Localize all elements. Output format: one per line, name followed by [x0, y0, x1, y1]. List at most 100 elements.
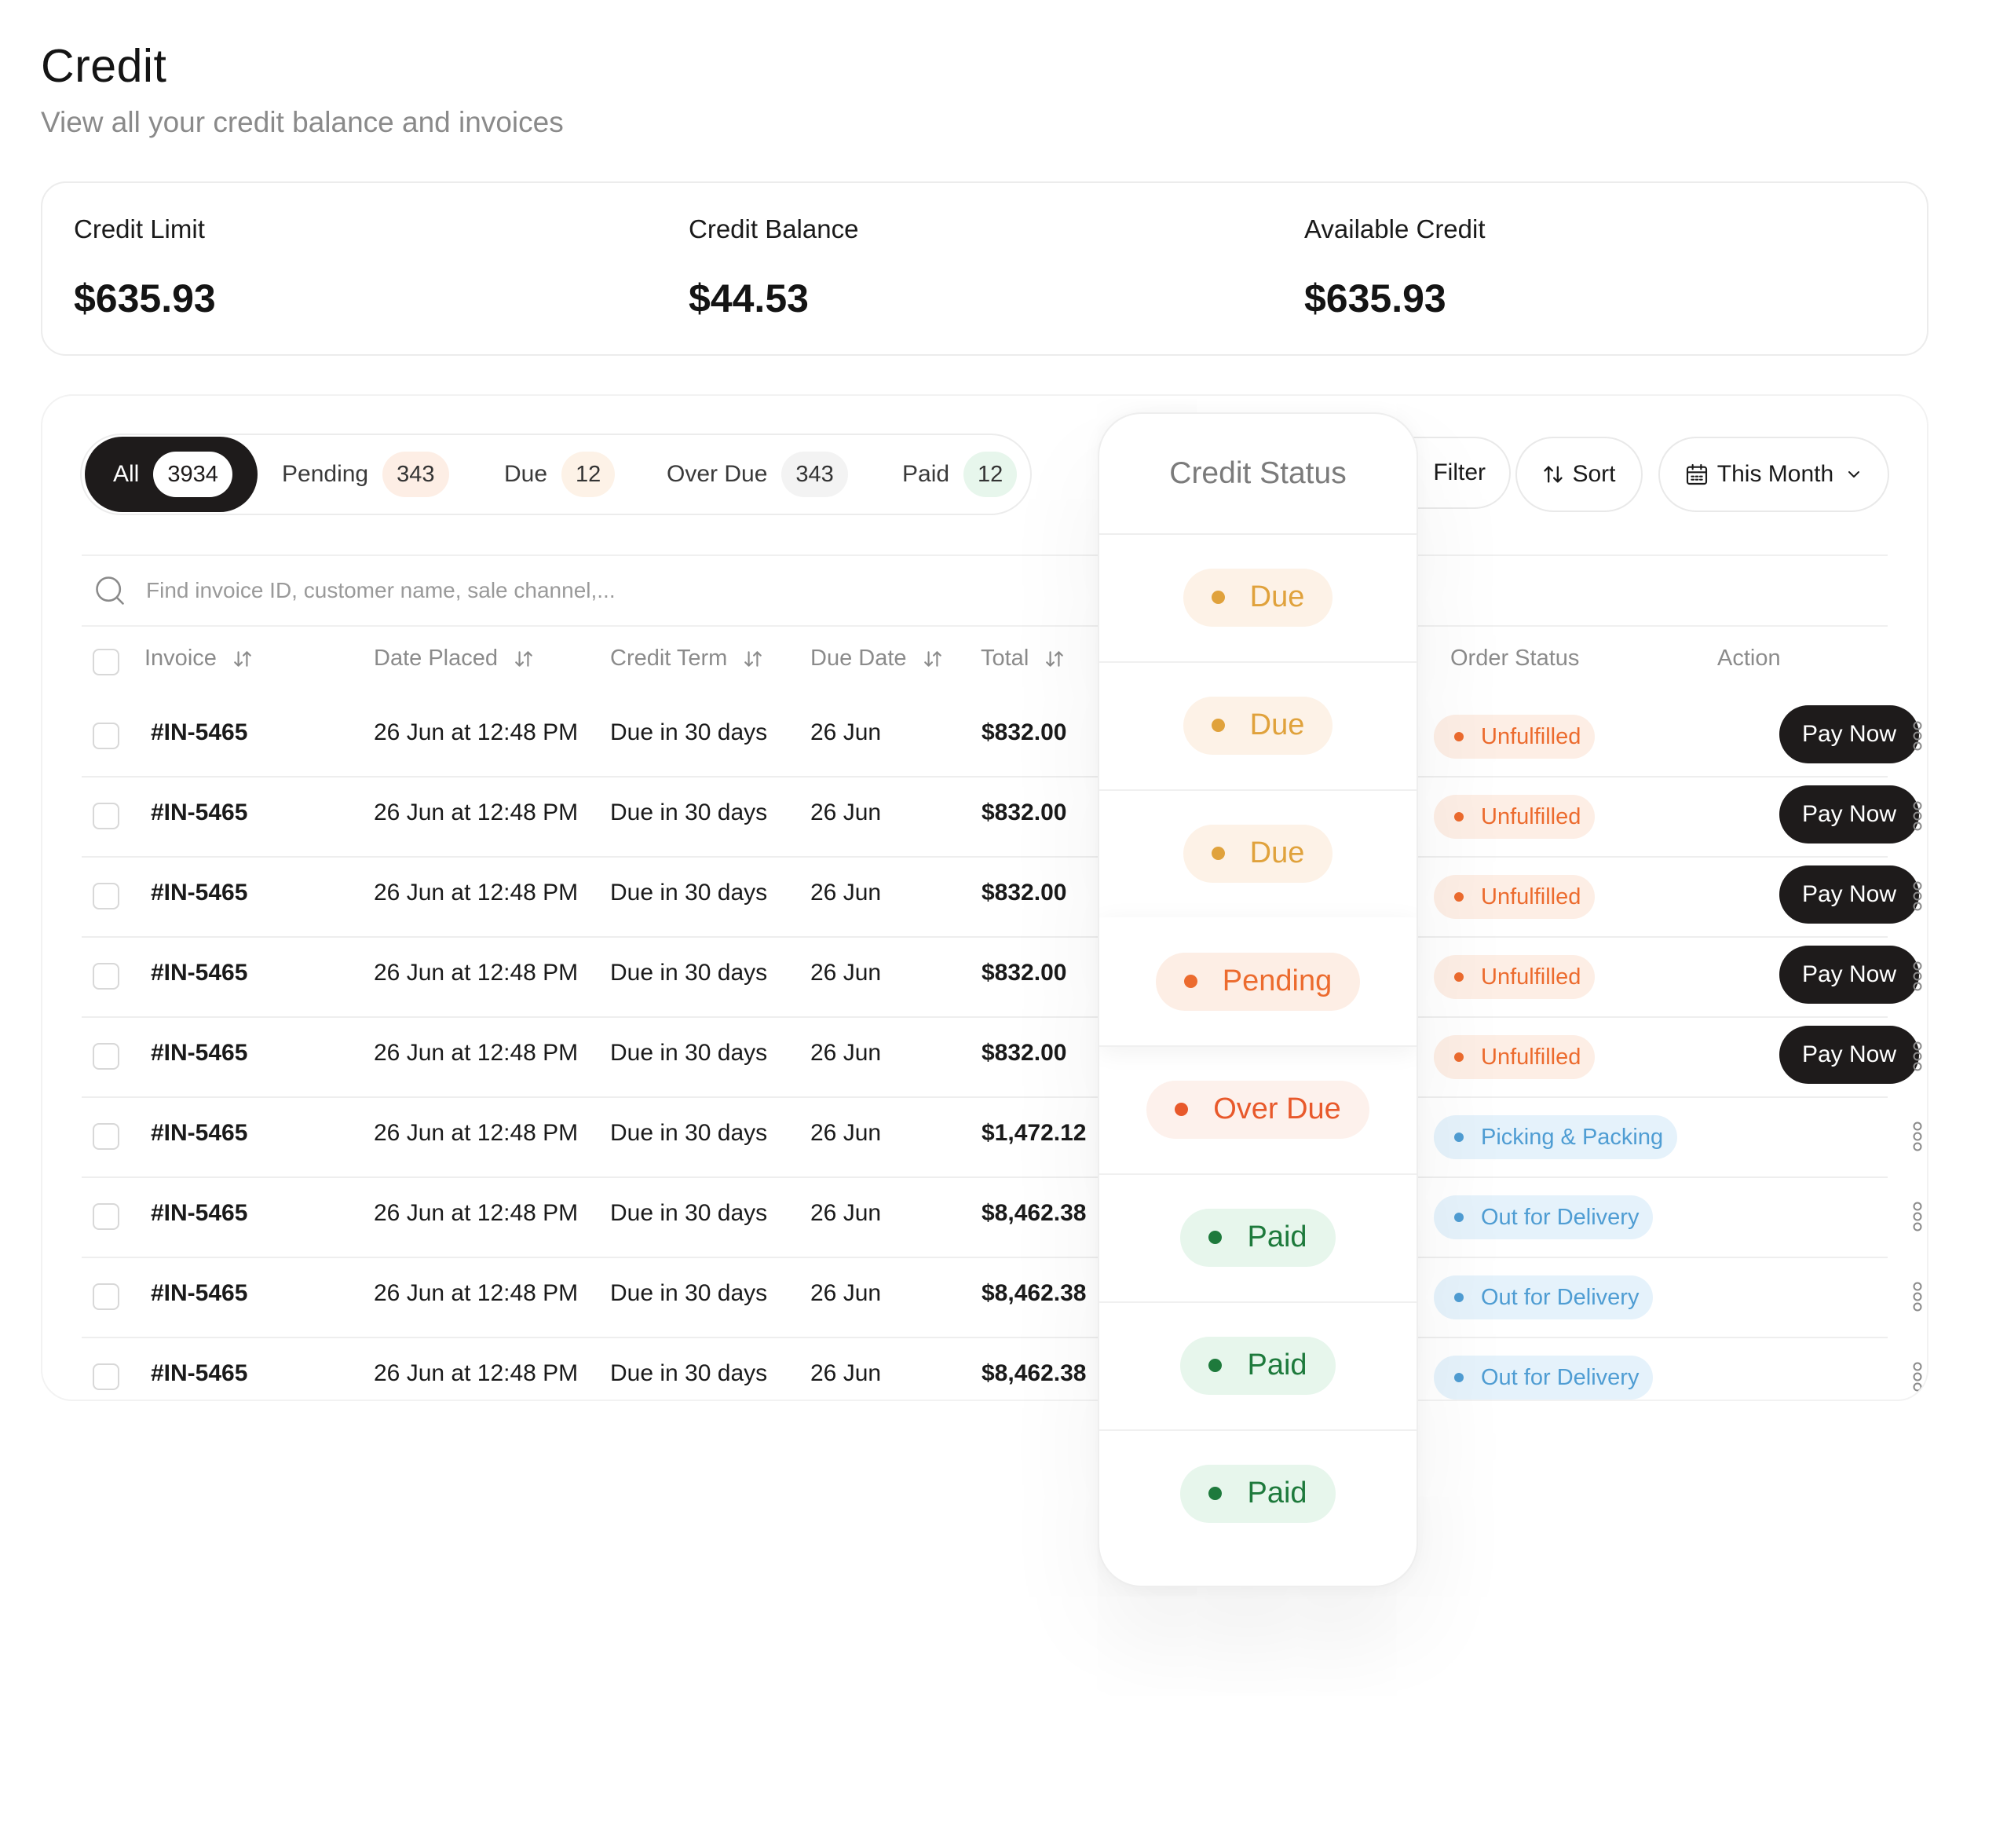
- pay-now-button[interactable]: Pay Now: [1779, 705, 1919, 763]
- invoice-id[interactable]: #IN-5465: [151, 960, 247, 986]
- sort-button[interactable]: Sort: [1515, 437, 1643, 512]
- more-options-icon[interactable]: [1912, 1041, 1923, 1071]
- tab-label: Due: [504, 461, 548, 487]
- invoice-id[interactable]: #IN-5465: [151, 800, 247, 826]
- table-row[interactable]: #IN-5465 26 Jun at 12:48 PM Due in 30 days…: [82, 1096, 1922, 1178]
- invoice-id[interactable]: #IN-5465: [151, 1360, 247, 1387]
- credit-status-option-paid[interactable]: Paid: [1099, 1301, 1417, 1431]
- column-header-action: Action: [1717, 646, 1781, 672]
- credit-status-option-due[interactable]: Due: [1099, 661, 1417, 791]
- tab-pending[interactable]: Pending 343: [282, 438, 449, 510]
- search-input[interactable]: Find invoice ID, customer name, sale cha…: [146, 578, 616, 603]
- order-status-label: Out for Delivery: [1481, 1204, 1640, 1230]
- status-dot: [1211, 847, 1225, 860]
- credit-balance-stat: Credit Balance $44.53: [689, 214, 858, 321]
- invoice-id[interactable]: #IN-5465: [151, 1200, 247, 1227]
- row-checkbox[interactable]: [93, 1363, 119, 1390]
- tab-label: All: [113, 461, 140, 487]
- page-subtitle: View all your credit balance and invoice…: [41, 106, 564, 138]
- tab-over-due[interactable]: Over Due 343: [667, 438, 848, 510]
- invoice-id[interactable]: #IN-5465: [151, 880, 247, 906]
- credit-page: Credit View all your credit balance and …: [0, 0, 2007, 1437]
- order-status-label: Unfulfilled: [1481, 803, 1581, 829]
- table-row[interactable]: #IN-5465 26 Jun at 12:48 PM Due in 30 days…: [82, 856, 1922, 938]
- credit-status-badge: Pending: [1155, 952, 1361, 1011]
- select-all-checkbox[interactable]: [93, 649, 119, 675]
- invoice-id[interactable]: #IN-5465: [151, 1280, 247, 1307]
- more-options-icon[interactable]: [1912, 1122, 1923, 1151]
- total-amount: $8,462.38: [982, 1200, 1087, 1226]
- more-options-icon[interactable]: [1912, 1282, 1923, 1312]
- more-options-icon[interactable]: [1912, 1362, 1923, 1392]
- column-header-total[interactable]: Total: [981, 646, 1065, 672]
- credit-status-option-overdue[interactable]: Over Due: [1099, 1045, 1417, 1175]
- due-date: 26 Jun: [810, 1120, 882, 1146]
- row-checkbox[interactable]: [93, 1203, 119, 1230]
- tab-label: Over Due: [667, 461, 768, 487]
- total-amount: $832.00: [982, 800, 1067, 825]
- column-label: Due Date: [810, 646, 907, 671]
- credit-limit-stat: Credit Limit $635.93: [74, 214, 216, 321]
- date-placed: 26 Jun at 12:48 PM: [374, 800, 579, 825]
- credit-status-label: Due: [1249, 708, 1305, 741]
- stat-label: Credit Limit: [74, 214, 205, 243]
- table-row[interactable]: #IN-5465 26 Jun at 12:48 PM Due in 30 days…: [82, 696, 1922, 778]
- column-header-invoice[interactable]: Invoice: [144, 646, 253, 672]
- credit-term: Due in 30 days: [610, 800, 768, 825]
- available-credit-stat: Available Credit $635.93: [1304, 214, 1486, 321]
- more-options-icon[interactable]: [1912, 721, 1923, 751]
- row-checkbox[interactable]: [93, 883, 119, 909]
- table-row[interactable]: #IN-5465 26 Jun at 12:48 PM Due in 30 days…: [82, 1016, 1922, 1098]
- column-header-due-date[interactable]: Due Date: [810, 646, 943, 672]
- pay-now-button[interactable]: Pay Now: [1779, 865, 1919, 924]
- tab-all[interactable]: All 3934: [85, 437, 258, 512]
- table-row[interactable]: #IN-5465 26 Jun at 12:48 PM Due in 30 days…: [82, 1337, 1922, 1400]
- pay-now-button[interactable]: Pay Now: [1779, 946, 1919, 1004]
- sort-icon: [234, 650, 251, 667]
- invoice-id[interactable]: #IN-5465: [151, 719, 247, 746]
- pay-now-button[interactable]: Pay Now: [1779, 1026, 1919, 1084]
- invoice-id[interactable]: #IN-5465: [151, 1040, 247, 1067]
- credit-status-option-pending[interactable]: Pending: [1099, 917, 1417, 1047]
- table-row[interactable]: #IN-5465 26 Jun at 12:48 PM Due in 30 days…: [82, 936, 1922, 1018]
- sort-label: Sort: [1572, 461, 1616, 487]
- total-amount: $1,472.12: [982, 1120, 1087, 1146]
- due-date: 26 Jun: [810, 1360, 882, 1386]
- row-checkbox[interactable]: [93, 1283, 119, 1310]
- chevron-down-icon: [1848, 471, 1860, 478]
- column-header-credit-term[interactable]: Credit Term: [610, 646, 763, 672]
- pay-now-button[interactable]: Pay Now: [1779, 785, 1919, 843]
- credit-status-option-due[interactable]: Due: [1099, 789, 1417, 919]
- more-options-icon[interactable]: [1912, 801, 1923, 831]
- table-row[interactable]: #IN-5465 26 Jun at 12:48 PM Due in 30 days…: [82, 1176, 1922, 1258]
- row-checkbox[interactable]: [93, 723, 119, 749]
- more-options-icon[interactable]: [1912, 1202, 1923, 1231]
- row-checkbox[interactable]: [93, 1123, 119, 1150]
- date-placed: 26 Jun at 12:48 PM: [374, 1120, 579, 1146]
- row-checkbox[interactable]: [93, 1043, 119, 1070]
- credit-status-option-paid[interactable]: Paid: [1099, 1173, 1417, 1303]
- column-label: Action: [1717, 646, 1781, 671]
- invoice-id[interactable]: #IN-5465: [151, 1120, 247, 1147]
- more-options-icon[interactable]: [1912, 961, 1923, 991]
- tab-count: 343: [382, 452, 449, 497]
- row-checkbox[interactable]: [93, 803, 119, 829]
- status-dot: [1454, 732, 1464, 741]
- period-dropdown[interactable]: This Month: [1658, 437, 1889, 512]
- credit-status-option-due[interactable]: Due: [1099, 533, 1417, 663]
- column-header-date-placed[interactable]: Date Placed: [374, 646, 534, 672]
- credit-status-option-paid[interactable]: Paid: [1099, 1429, 1417, 1557]
- order-status-badge: Unfulfilled: [1434, 715, 1596, 759]
- due-date: 26 Jun: [810, 800, 882, 825]
- row-checkbox[interactable]: [93, 963, 119, 990]
- table-row[interactable]: #IN-5465 26 Jun at 12:48 PM Due in 30 days…: [82, 1257, 1922, 1338]
- table-row[interactable]: #IN-5465 26 Jun at 12:48 PM Due in 30 days…: [82, 776, 1922, 858]
- credit-status-badge: Paid: [1180, 1464, 1336, 1523]
- invoices-panel: All 3934 Pending 343 Due 12 Over Due 343…: [41, 394, 1928, 1401]
- tab-due[interactable]: Due 12: [504, 438, 616, 510]
- search-bar[interactable]: Find invoice ID, customer name, sale cha…: [82, 554, 1888, 627]
- tab-paid[interactable]: Paid 12: [902, 438, 1018, 510]
- order-status-badge: Unfulfilled: [1434, 1035, 1596, 1079]
- order-status-label: Unfulfilled: [1481, 964, 1581, 990]
- more-options-icon[interactable]: [1912, 881, 1923, 911]
